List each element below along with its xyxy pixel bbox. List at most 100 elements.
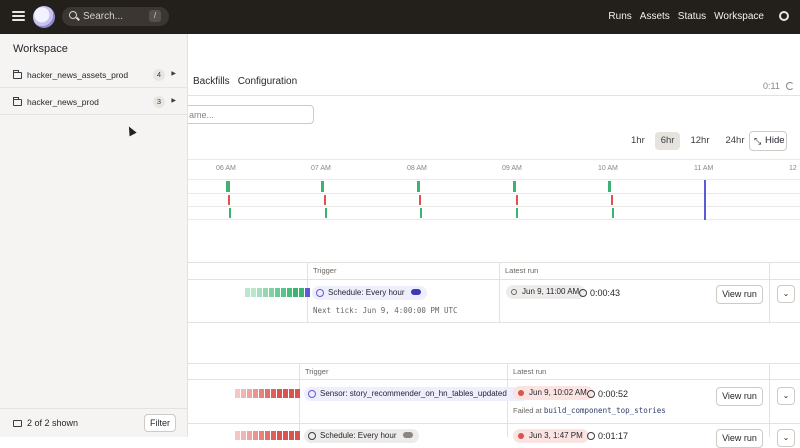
folder-icon — [13, 420, 22, 427]
latest-run-time: Jun 9, 11:00 AM — [522, 287, 580, 296]
timeline-run-success[interactable] — [516, 208, 518, 218]
sensor-trigger-pill[interactable]: Sensor: story_recommender_on_hn_tables_u… — [304, 387, 530, 401]
hide-timeline-button[interactable]: Hide — [749, 131, 787, 151]
page-tabs: Backfills Configuration — [193, 76, 297, 87]
timeline-run-success[interactable] — [325, 208, 327, 218]
latest-run-time: Jun 9, 10:02 AM — [529, 388, 587, 397]
workspace-item[interactable]: hacker_news_prod 3 ▶ — [0, 89, 188, 115]
range-24hr-button[interactable]: 24hr — [719, 132, 750, 150]
search-bar[interactable]: Search... / — [62, 7, 169, 26]
view-run-button[interactable]: View run — [716, 387, 763, 406]
trigger-label: Schedule: Every hour — [328, 288, 405, 297]
next-tick-text: Next tick: Jun 9, 4:00:00 PM UTC — [313, 306, 458, 315]
timeline-run-success[interactable] — [417, 181, 420, 192]
failure-dot-icon — [518, 433, 524, 439]
timeline-run-success[interactable] — [420, 208, 422, 218]
timeline-tick: 08 AM — [407, 165, 427, 172]
latest-run-pill[interactable]: Jun 9, 10:02 AM — [513, 386, 593, 400]
search-placeholder: Search... — [83, 11, 124, 22]
timeline-run-success[interactable] — [226, 181, 230, 192]
hamburger-menu-icon[interactable] — [12, 10, 25, 23]
timeline-run-failure[interactable] — [611, 195, 613, 205]
timeline-tick: 11 AM — [694, 165, 714, 172]
failure-dot-icon — [518, 390, 524, 396]
trigger-label: Schedule: Every hour — [320, 431, 397, 440]
chevron-down-icon[interactable]: ⌄ — [777, 429, 795, 447]
drawer-footer: 2 of 2 shown Filter — [0, 408, 188, 437]
range-12hr-button[interactable]: 12hr — [684, 132, 715, 150]
timeline-tick: 07 AM — [311, 165, 331, 172]
timeline-run-success[interactable] — [612, 208, 614, 218]
column-divider — [299, 363, 300, 437]
nav-assets[interactable]: Assets — [640, 11, 670, 22]
timer-icon — [579, 289, 587, 297]
timeline-run-success[interactable] — [513, 181, 516, 192]
timeline-run-failure[interactable] — [228, 195, 230, 205]
timeline-run-failure[interactable] — [324, 195, 326, 205]
schedule-trigger-pill[interactable]: Schedule: Every hour — [312, 286, 427, 300]
filter-input-placeholder: ame... — [189, 110, 215, 120]
run-duration: 0:01:17 — [587, 431, 628, 441]
timeline-run-success[interactable] — [608, 181, 611, 192]
latest-run-pill[interactable]: Jun 9, 11:00 AM — [506, 285, 586, 299]
timeline-run-success[interactable] — [321, 181, 324, 192]
failed-step-link[interactable]: build_component_top_stories — [544, 406, 666, 415]
run-duration-value: 0:00:43 — [590, 288, 621, 298]
workspace-item-count: 4 — [153, 69, 165, 81]
clock-icon — [316, 289, 324, 297]
refresh-icon[interactable] — [786, 82, 794, 90]
chevron-down-icon[interactable]: ⌄ — [777, 387, 795, 405]
timeline-run-success[interactable] — [229, 208, 231, 218]
timeline-tick: 06 AM — [216, 165, 236, 172]
drawer-title: Workspace — [13, 43, 68, 55]
view-run-button[interactable]: View run — [716, 429, 763, 448]
run-duration: 0:00:52 — [587, 389, 628, 399]
timeline-run-failure[interactable] — [419, 195, 421, 205]
filter-button[interactable]: Filter — [144, 414, 176, 432]
column-header-trigger: Trigger — [305, 367, 329, 376]
trigger-label: Sensor: story_recommender_on_hn_tables_u… — [320, 389, 507, 398]
tab-backfills[interactable]: Backfills — [193, 76, 230, 87]
schedule-toggle[interactable] — [410, 289, 421, 295]
workspace-item-count: 3 — [153, 96, 165, 108]
schedule-toggle[interactable] — [402, 432, 413, 438]
timeline-tick: 12 — [789, 165, 797, 172]
shown-count: 2 of 2 shown — [27, 418, 79, 428]
timeline-run-failure[interactable] — [516, 195, 518, 205]
main-nav: Runs Assets Status Workspace — [608, 11, 764, 22]
settings-gear-icon[interactable] — [779, 11, 789, 21]
time-range-selector: 1hr 6hr 12hr 24hr — [625, 132, 751, 150]
timer-icon — [587, 432, 595, 440]
timer-icon — [587, 390, 595, 398]
timeline-tick: 10 AM — [598, 165, 618, 172]
workspace-drawer: Workspace hacker_news_assets_prod 4 ▶ ha… — [0, 34, 188, 437]
sensor-icon — [308, 390, 316, 398]
running-icon — [511, 289, 517, 295]
column-header-trigger: Trigger — [313, 266, 337, 275]
column-header-latest-run: Latest run — [505, 266, 539, 275]
latest-run-pill[interactable]: Jun 3, 1:47 PM — [513, 429, 589, 443]
timeline-tick: 09 AM — [502, 165, 522, 172]
nav-status[interactable]: Status — [678, 11, 706, 22]
run-status-history — [235, 431, 300, 440]
workspace-item-name: hacker_news_prod — [27, 97, 99, 107]
schedule-trigger-pill[interactable]: Schedule: Every hour — [304, 429, 419, 443]
nav-workspace[interactable]: Workspace — [714, 11, 764, 22]
tab-configuration[interactable]: Configuration — [238, 76, 297, 87]
run-duration: 0:00:43 — [579, 288, 620, 298]
job-filter-input[interactable]: ame... — [170, 105, 314, 124]
dagster-logo[interactable] — [33, 6, 55, 28]
run-duration-value: 0:01:17 — [598, 431, 629, 441]
timeline-now-marker — [704, 180, 706, 220]
chevron-down-icon[interactable]: ⌄ — [777, 285, 795, 303]
chevron-right-icon: ▶ — [171, 71, 176, 77]
column-divider — [499, 262, 500, 322]
failed-step-text: Failed at build_component_top_stories — [513, 406, 666, 415]
workspace-item[interactable]: hacker_news_assets_prod 4 ▶ — [0, 62, 188, 88]
view-run-button[interactable]: View run — [716, 285, 763, 304]
range-1hr-button[interactable]: 1hr — [625, 132, 651, 150]
workspace-item-name: hacker_news_assets_prod — [27, 70, 129, 80]
range-6hr-button[interactable]: 6hr — [654, 132, 681, 150]
chevron-right-icon: ▶ — [171, 98, 176, 104]
nav-runs[interactable]: Runs — [608, 11, 631, 22]
